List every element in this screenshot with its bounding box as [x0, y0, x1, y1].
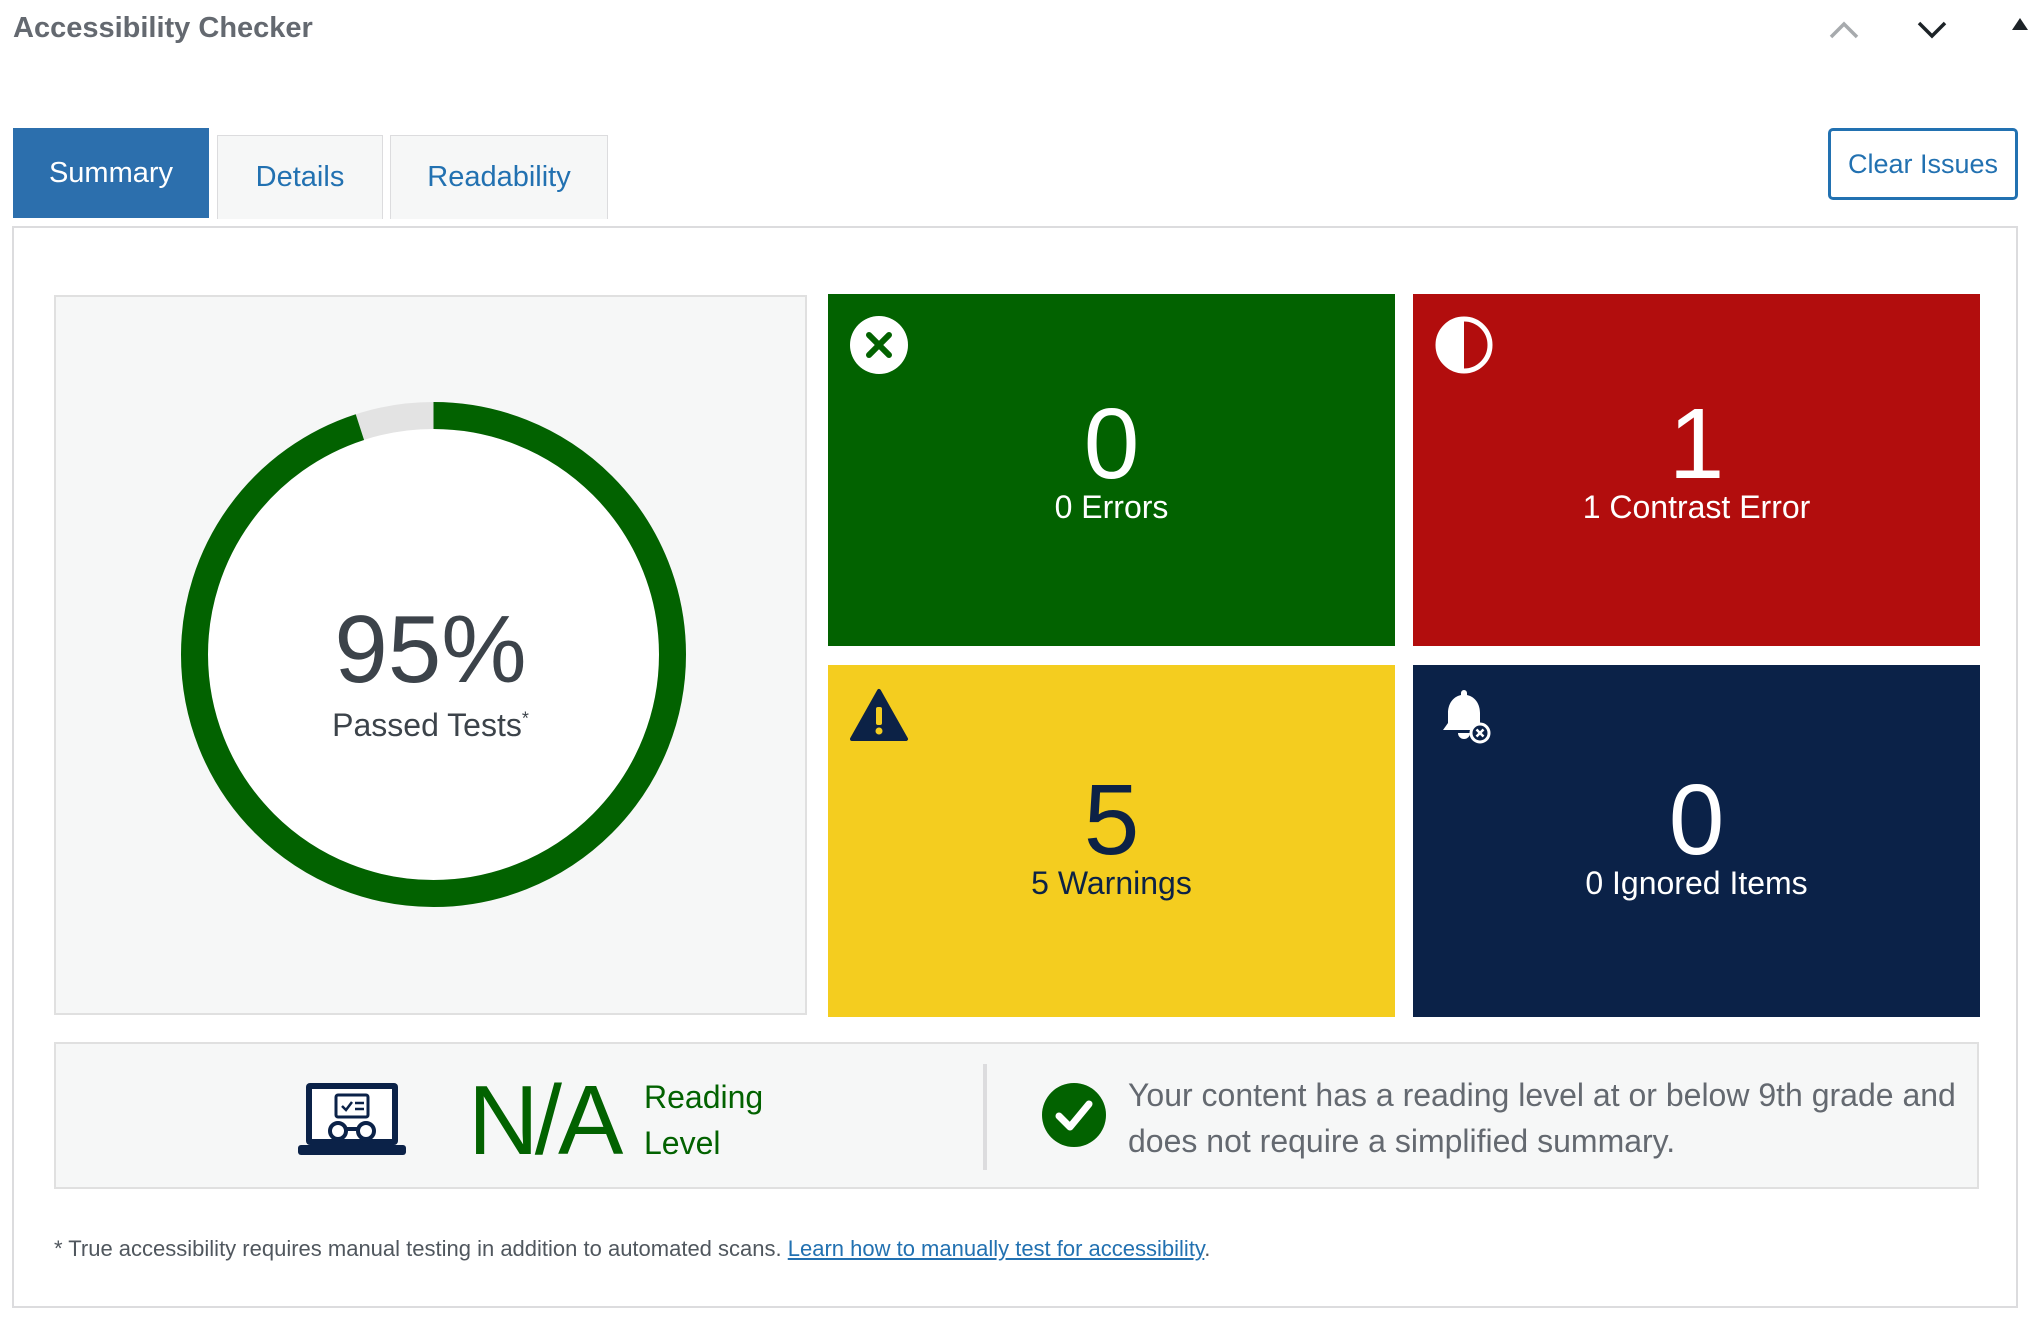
reading-level-message: Your content has a reading level at or b… [1128, 1077, 1956, 1159]
ignored-count: 0 [1668, 764, 1725, 876]
errors-tile: 0 0 Errors [828, 294, 1395, 646]
warnings-count: 5 [1083, 764, 1140, 876]
chevron-down-icon [1917, 21, 1947, 39]
tab-details[interactable]: Details [217, 135, 383, 219]
check-circle-icon [1042, 1083, 1106, 1147]
bell-ignore-icon [1443, 690, 1491, 744]
move-down-button[interactable] [1910, 10, 1954, 50]
panel-title: Accessibility Checker [13, 12, 313, 44]
footnote: * True accessibility requires manual tes… [54, 1236, 1211, 1261]
move-up-button[interactable] [1822, 10, 1866, 50]
divider [983, 1064, 987, 1170]
passed-tests-label: Passed Tests* [332, 707, 529, 743]
triangle-up-icon[interactable] [2010, 14, 2030, 34]
chevron-up-icon [1829, 21, 1859, 39]
x-circle-icon [850, 316, 908, 374]
clear-issues-button[interactable]: Clear Issues [1828, 128, 2018, 200]
footnote-asterisk: * [521, 708, 529, 729]
errors-label: 0 Errors [1054, 489, 1169, 525]
reading-level-label: Reading Level [644, 1079, 764, 1161]
ignored-items-tile: 0 0 Ignored Items [1413, 665, 1980, 1017]
warning-triangle-icon [850, 689, 908, 741]
contrast-label: 1 Contrast Error [1582, 489, 1811, 525]
reading-level-bar: N/A Reading Level Your content has a read… [54, 1042, 1979, 1189]
passed-tests-card: 95% Passed Tests* [54, 295, 807, 1015]
warnings-tile: 5 5 Warnings [828, 665, 1395, 1017]
errors-count: 0 [1083, 388, 1140, 500]
ignored-label: 0 Ignored Items [1585, 865, 1808, 901]
warnings-label: 5 Warnings [1031, 865, 1192, 901]
contrast-errors-tile: 1 1 Contrast Error [1413, 294, 1980, 646]
laptop-reading-icon [298, 1083, 406, 1155]
tab-readability[interactable]: Readability [390, 135, 608, 219]
manual-testing-link[interactable]: Learn how to manually test for accessibi… [788, 1236, 1205, 1261]
tab-summary[interactable]: Summary [13, 128, 209, 218]
reading-level-value: N/A [468, 1065, 623, 1175]
contrast-count: 1 [1668, 388, 1725, 500]
passed-percent: 95% [334, 596, 527, 703]
half-circle-contrast-icon [1435, 316, 1493, 374]
